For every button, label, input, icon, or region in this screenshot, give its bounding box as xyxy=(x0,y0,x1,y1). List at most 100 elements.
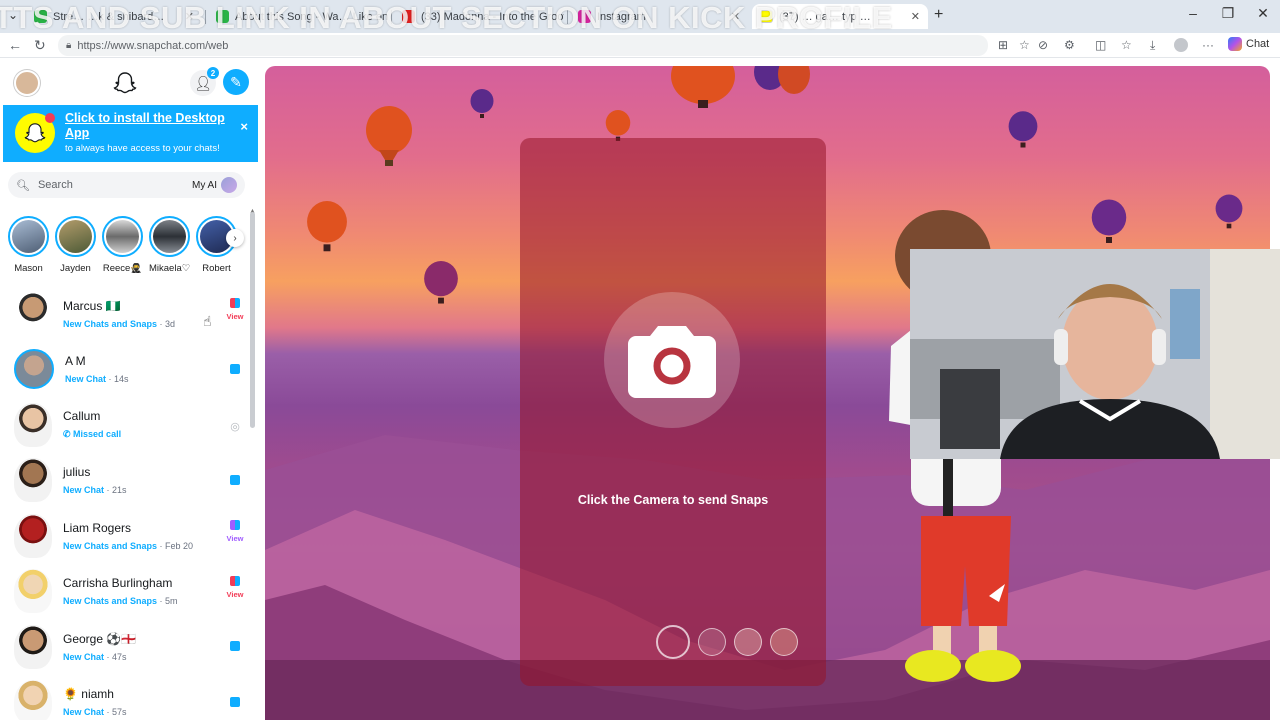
chat-item-julius[interactable]: julius New Chat · 21s xyxy=(0,453,250,509)
search-icon: 🔍︎ xyxy=(16,179,30,192)
chat-item-callum[interactable]: Callum ✆ Missed call ◎ xyxy=(0,397,250,453)
lens-carousel xyxy=(656,625,798,659)
story-item[interactable]: Mikaela♡ xyxy=(149,216,190,276)
back-icon[interactable]: ← xyxy=(8,37,22,53)
my-bitmoji-avatar[interactable] xyxy=(14,70,40,96)
app-available-icon[interactable]: ⊞ xyxy=(998,38,1008,52)
chat-name: Liam Rogers xyxy=(63,520,132,535)
new-chat-button[interactable]: ✎ xyxy=(223,69,249,95)
tab-favicon-icon xyxy=(402,10,415,23)
chat-status: New Chat xyxy=(65,374,107,385)
phone-icon: ✆ xyxy=(63,429,74,440)
new-tab-icon[interactable]: + xyxy=(934,6,943,24)
bitmoji-avatar xyxy=(14,680,52,720)
close-window-icon[interactable]: ✕ xyxy=(1248,5,1278,22)
close-tab-icon[interactable]: ✕ xyxy=(185,10,194,23)
browser-tab[interactable]: Instagram ✕ xyxy=(570,4,748,29)
story-item[interactable]: Mason xyxy=(8,216,49,276)
chat-item-niamh[interactable]: 🌻 niamh New Chat · 57s xyxy=(0,675,250,720)
chat-name: julius xyxy=(63,465,91,480)
chat-item-marcus[interactable]: Marcus 🇳🇬 New Chats and Snaps · 3d View xyxy=(0,286,250,342)
balloon-icon xyxy=(366,106,412,166)
search-placeholder: Search xyxy=(37,179,73,191)
view-label: View xyxy=(226,589,244,599)
story-name: Mikaela♡ xyxy=(149,263,190,274)
maximize-icon[interactable]: ❐ xyxy=(1213,5,1243,22)
sidebar-header: 👤︎ 2 ✎ xyxy=(0,58,262,104)
story-thumbnail xyxy=(12,220,45,253)
search-input[interactable]: 🔍︎ Search My AI xyxy=(8,172,245,198)
browser-tab[interactable]: (33) Madonna - Into the Groove ✕ xyxy=(394,4,564,29)
browser-tab[interactable]: Stre… …k & shibard… ✕ xyxy=(26,4,202,29)
my-ai-button[interactable]: My AI xyxy=(192,177,237,193)
story-name: Robert xyxy=(202,263,231,274)
chat-item-liam-rogers[interactable]: Liam Rogers New Chats and Snaps · Feb 20… xyxy=(0,508,250,564)
snapchat-ghost-icon xyxy=(113,72,137,94)
friend-request-badge: 2 xyxy=(207,67,219,79)
view-snap-button[interactable]: View xyxy=(224,575,246,599)
story-name: Jayden xyxy=(60,263,91,274)
video-snap-icon xyxy=(230,520,240,530)
chat-item-george[interactable]: George ⚽🏴󠁧󠁢󠁥󠁮󠁧󠁿 New Chat · 47s xyxy=(0,619,250,675)
lens-option[interactable] xyxy=(734,628,762,656)
stories-next-icon[interactable]: › xyxy=(226,229,244,247)
chat-time: · 57s xyxy=(104,707,127,718)
tab-title: (37) … ga… typ … xyxy=(779,10,871,23)
chat-status: New Chats and Snaps xyxy=(63,596,158,607)
capture-button[interactable] xyxy=(590,292,754,428)
downloads-icon[interactable]: ⤓ xyxy=(1150,38,1155,53)
bitmoji-avatar xyxy=(14,402,52,447)
chat-indicator[interactable] xyxy=(224,474,246,485)
split-screen-icon[interactable]: ◫ xyxy=(1095,38,1106,52)
story-item[interactable]: Jayden xyxy=(55,216,96,276)
story-item[interactable]: Reece🥷 xyxy=(102,216,143,276)
camera-reply-button[interactable]: ◎ xyxy=(224,417,246,435)
copilot-icon xyxy=(1228,37,1242,51)
sidebar-scrollbar[interactable] xyxy=(250,212,255,428)
url-text: https://www.snapchat.com/web xyxy=(77,39,229,52)
collections-icon[interactable]: ☆ xyxy=(1121,38,1132,52)
stories-row: Mason Jayden Reece🥷 Mikaela♡ Robert xyxy=(8,216,248,276)
chat-item-carrisha-burlingham[interactable]: Carrisha Burlingham New Chats and Snaps … xyxy=(0,564,250,620)
tab-favicon-icon xyxy=(34,10,47,23)
tab-favicon-icon xyxy=(760,10,773,23)
browser-tab[interactable]: About this Song - Wa… Like on … ✕ xyxy=(208,4,388,29)
chat-indicator[interactable] xyxy=(224,696,246,707)
copilot-chat-label: Chat xyxy=(1246,38,1270,50)
chat-indicator[interactable] xyxy=(224,363,246,374)
lens-option[interactable] xyxy=(770,628,798,656)
story-name: Mason xyxy=(14,263,43,274)
close-tab-icon[interactable]: ✕ xyxy=(911,10,920,23)
url-field[interactable]: 🔒︎ https://www.snapchat.com/web xyxy=(58,35,988,56)
minimize-icon[interactable]: – xyxy=(1178,5,1208,21)
camera-icon xyxy=(604,292,740,428)
chat-sidebar: 👤︎ 2 ✎ Click to install the Desktop App … xyxy=(0,58,262,720)
copilot-chat-button[interactable]: Chat xyxy=(1228,37,1269,51)
close-banner-icon[interactable]: × xyxy=(240,119,248,134)
chat-time: · Feb 20 xyxy=(157,540,194,551)
tab-favicon-icon xyxy=(578,10,591,23)
view-snap-button[interactable]: View xyxy=(224,298,246,321)
more-menu-icon[interactable]: ··· xyxy=(1202,38,1214,52)
tab-actions-icon[interactable]: ⌄ xyxy=(8,8,18,22)
profile-icon[interactable] xyxy=(1174,38,1188,52)
install-title[interactable]: Click to install the Desktop App xyxy=(65,111,225,141)
view-snap-button[interactable]: View xyxy=(224,520,246,543)
favorite-star-icon[interactable]: ☆ xyxy=(1019,38,1030,52)
refresh-icon[interactable]: ↻ xyxy=(34,37,46,54)
chat-status: New Chat xyxy=(63,651,105,662)
chat-status: New Chats and Snaps xyxy=(63,318,158,329)
install-desktop-banner[interactable]: Click to install the Desktop App to alwa… xyxy=(3,105,258,162)
chat-time: · 3d xyxy=(157,318,176,329)
chat-item-a-m[interactable]: A M New Chat · 14s xyxy=(0,342,250,398)
tab-favicon-icon xyxy=(216,10,229,23)
lens-selected[interactable] xyxy=(656,625,690,659)
extensions-icon[interactable]: ⚙ xyxy=(1064,38,1075,52)
new-chat-icon xyxy=(230,363,240,374)
tracking-icon[interactable]: ⊘ xyxy=(1038,38,1048,52)
close-tab-icon[interactable]: ✕ xyxy=(731,10,740,23)
chat-status: New Chat xyxy=(63,485,105,496)
chat-indicator[interactable] xyxy=(224,641,246,651)
browser-tab-active[interactable]: (37) … ga… typ … ✕ xyxy=(752,4,928,29)
lens-option[interactable] xyxy=(698,628,726,656)
